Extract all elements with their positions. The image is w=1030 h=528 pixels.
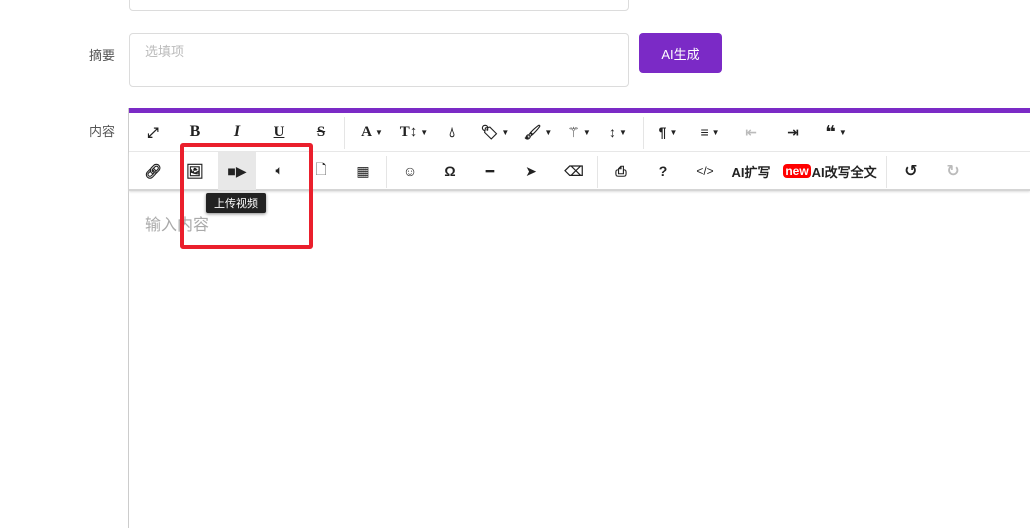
fullscreen-icon[interactable]: ⤢ [134,113,172,151]
line-height-icon[interactable]: ↕ ▼ [595,113,641,151]
horizontal-rule-icon[interactable]: ━ [471,152,509,190]
summary-label: 摘要 [89,48,116,63]
eraser-icon[interactable]: ⌫ [555,152,593,190]
highlight-box [180,143,313,249]
content-label: 内容 [89,124,116,139]
summary-textarea[interactable]: 选填项 [129,33,629,87]
ai-rewrite-button[interactable]: new AI改写全文 [778,152,882,190]
source-code-icon[interactable]: </> [686,152,724,190]
select-cursor-icon[interactable]: ➤ [512,152,550,190]
emoji-icon[interactable]: ☺ [391,152,429,190]
ai-generate-button[interactable]: AI生成 [639,33,722,73]
separator [643,117,644,149]
undo-icon[interactable]: ↺ [892,152,930,190]
separator [386,156,387,188]
quote-icon[interactable]: ❝ ▼ [813,113,859,151]
table-icon[interactable]: ▦ [344,152,382,190]
font-color-icon[interactable]: A ▼ [349,113,395,151]
separator [597,156,598,188]
separator [344,117,345,149]
brush-icon[interactable]: 🖌︎ ▼ [515,113,561,151]
help-icon[interactable]: ? [644,152,682,190]
outdent-icon[interactable]: ⇤ [732,113,770,151]
redo-icon[interactable]: ↻ [934,152,972,190]
separator [886,156,887,188]
tag-icon[interactable]: 🏷︎ ▼ [472,113,518,151]
title-input[interactable] [129,0,629,11]
print-icon[interactable]: ⎙ [602,152,640,190]
indent-icon[interactable]: ⇥ [774,113,812,151]
font-size-icon[interactable]: T↕ ▼ [391,113,437,151]
ai-expand-button[interactable]: AI扩写 [727,152,775,190]
color-drop-icon[interactable]: 💧︎ [433,113,471,151]
link-icon[interactable]: 🔗︎ [134,152,172,190]
paragraph-icon[interactable]: ¶ ▼ [645,113,691,151]
new-badge: new [783,164,811,178]
special-char-icon[interactable]: Ω [431,152,469,190]
summary-placeholder: 选填项 [145,44,185,59]
ai-rewrite-label: AI改写全文 [811,164,877,180]
align-icon[interactable]: ≡ ▼ [687,113,733,151]
